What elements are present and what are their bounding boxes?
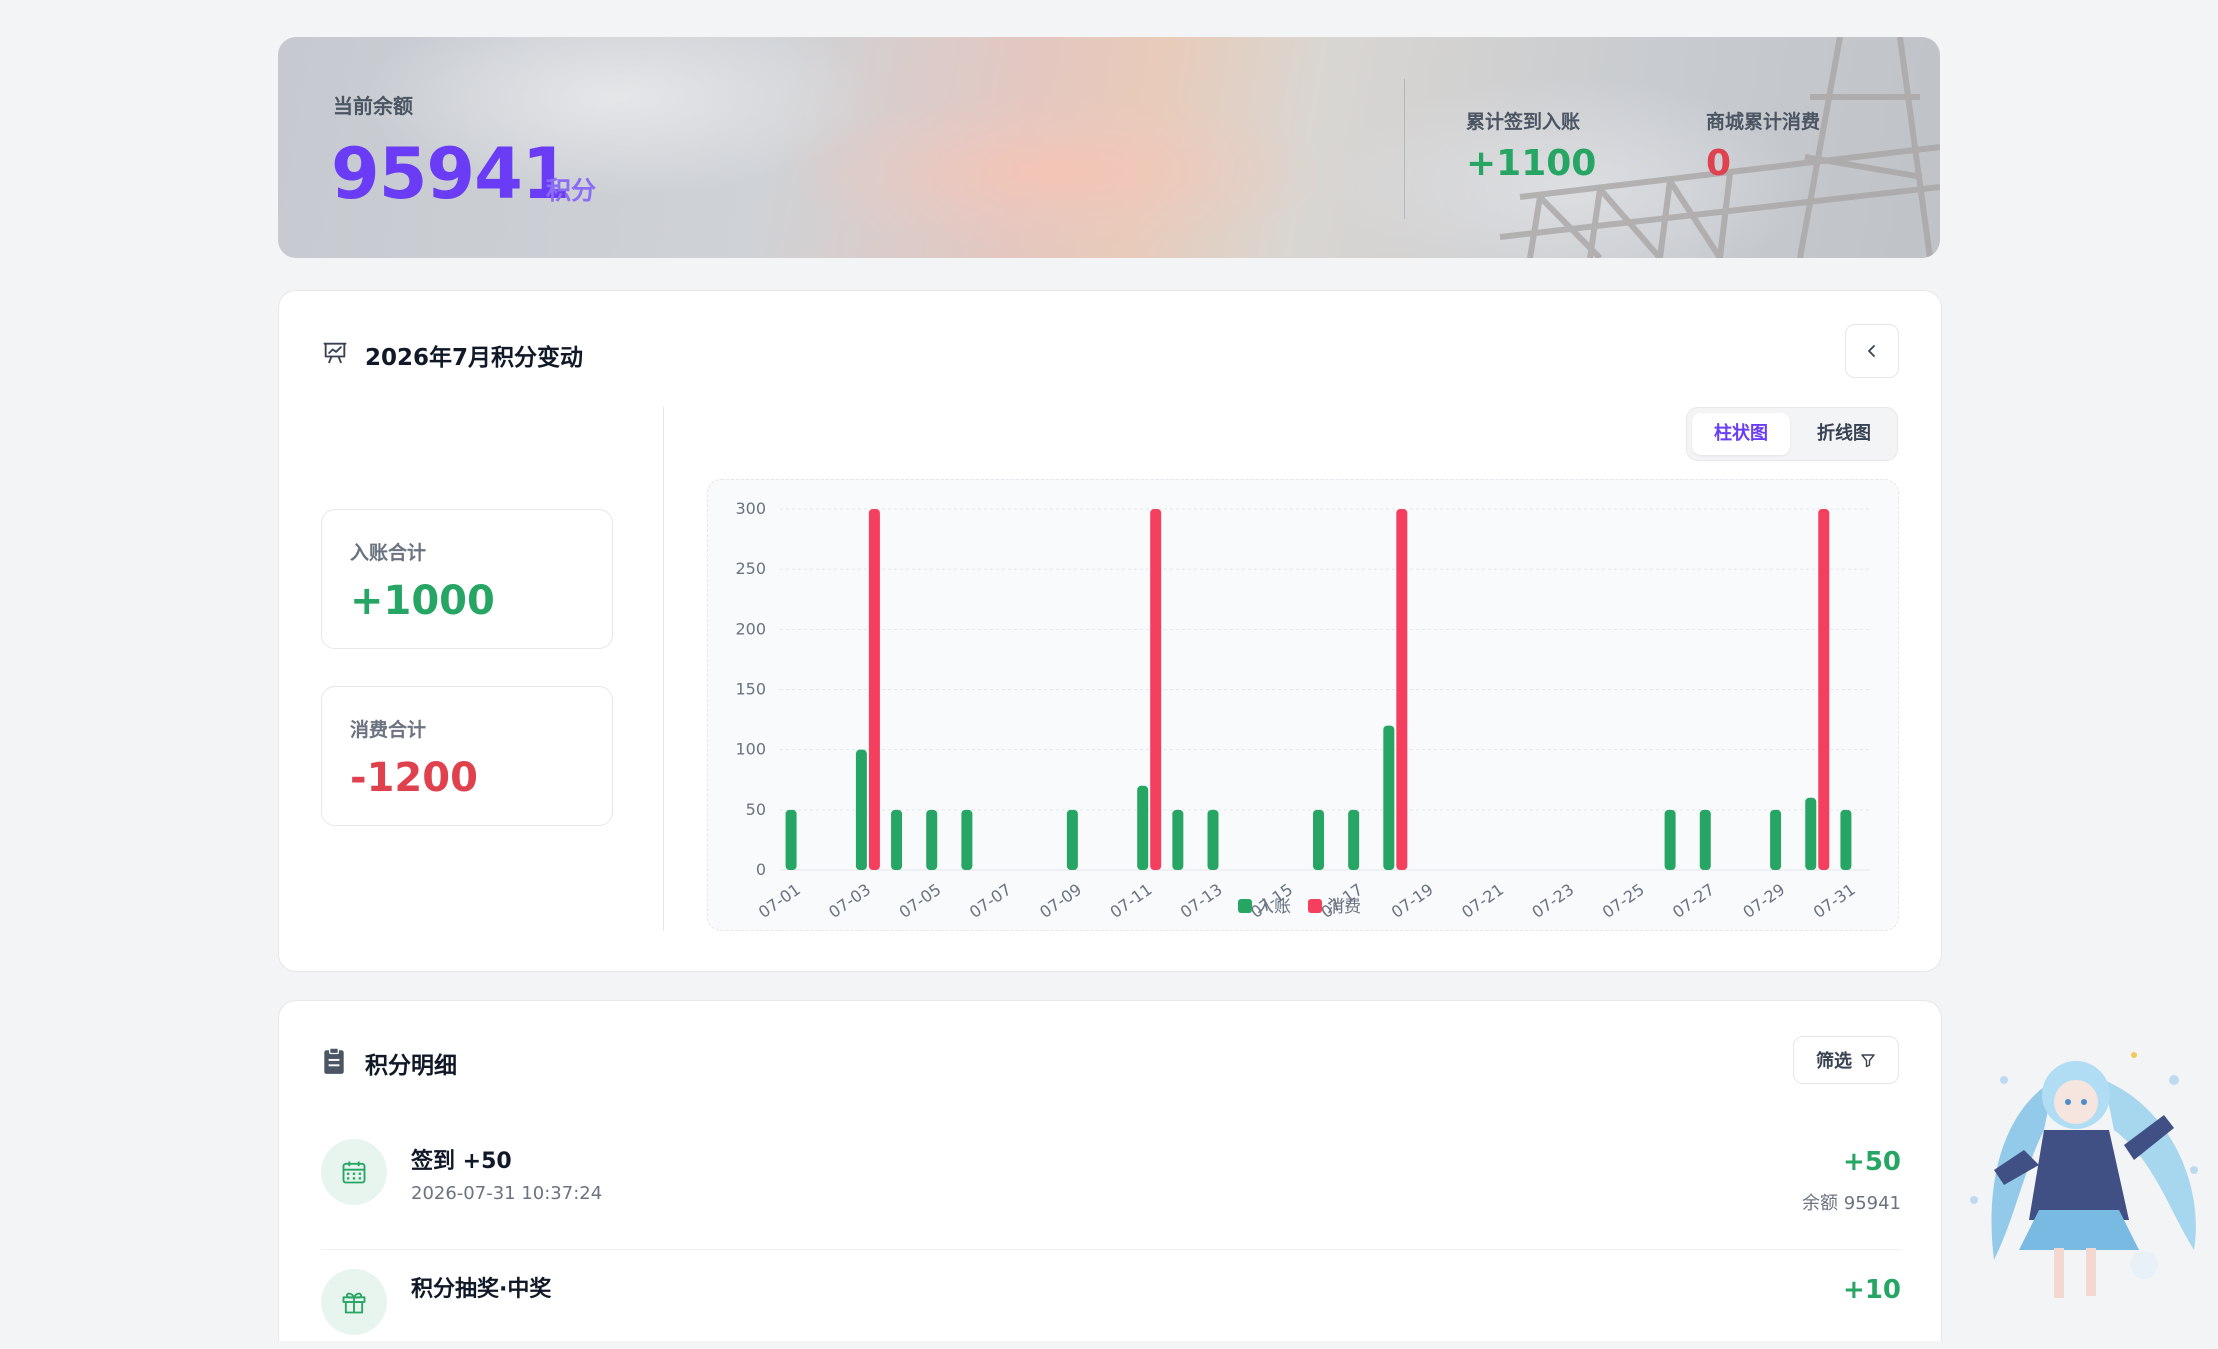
monthly-title: 2026年7月积分变动 xyxy=(365,345,584,371)
list-item[interactable]: 积分抽奖·中奖 +10 xyxy=(321,1269,1901,1349)
y-tick-label: 50 xyxy=(746,800,766,819)
bar-income xyxy=(855,749,867,870)
y-tick-label: 200 xyxy=(735,619,766,638)
bar-income xyxy=(785,809,797,870)
chart-container: 0 50 100 150 200 250 300 07-01 07-03 07-05 07-07 07… xyxy=(707,479,1899,931)
y-tick-label: 0 xyxy=(756,860,766,879)
legend-label: 消费 xyxy=(1327,897,1361,917)
checkin-total-label: 累计签到入账 xyxy=(1466,111,1581,133)
legend-swatch xyxy=(1308,899,1322,913)
clipboard-icon xyxy=(324,1047,344,1074)
bar-expense xyxy=(868,509,880,870)
income-summary-card: 入账合计 +1000 xyxy=(321,509,613,649)
chart-type-toggle: 柱状图 折线图 xyxy=(1686,407,1898,461)
bar-income xyxy=(926,809,938,870)
banner-sunset-glow xyxy=(798,97,1318,247)
list-item-amount: +10 xyxy=(1843,1275,1901,1305)
mascot-illustration xyxy=(1970,1052,2198,1298)
list-item-balance: 余额 95941 xyxy=(1802,1193,1901,1214)
tab-bar-chart[interactable]: 柱状图 xyxy=(1692,413,1790,455)
bar-income xyxy=(1137,785,1149,870)
y-tick-label: 300 xyxy=(735,499,766,518)
calendar-icon xyxy=(321,1139,387,1205)
bar-income xyxy=(1770,809,1782,870)
legend-label: 入账 xyxy=(1257,897,1291,917)
income-summary-label: 入账合计 xyxy=(350,542,427,564)
balance-value: 95941 xyxy=(331,133,571,215)
presentation-chart-icon xyxy=(323,342,347,364)
points-bar-chart: 0 50 100 150 200 250 300 07-01 07-03 07-05 07-07 07… xyxy=(735,499,1870,922)
bar-income xyxy=(1207,809,1219,870)
chevron-left-icon xyxy=(1868,345,1875,357)
monthly-changes-card: 2026年7月积分变动 入账合计 +1000 消费合计 -1200 柱状图 折线… xyxy=(278,290,1942,972)
list-item-time: 2026-07-31 10:37:24 xyxy=(411,1183,603,1204)
section-divider xyxy=(663,407,664,931)
expense-summary-card: 消费合计 -1200 xyxy=(321,686,613,826)
expense-summary-label: 消费合计 xyxy=(350,719,427,741)
checkin-total-value: +1100 xyxy=(1466,143,1597,184)
filter-icon xyxy=(1861,1054,1875,1068)
y-tick-label: 100 xyxy=(735,740,766,759)
x-tick-label: 07-03 xyxy=(825,880,874,922)
shop-total-value: 0 xyxy=(1706,143,1732,184)
x-tick-label: 07-13 xyxy=(1177,880,1226,922)
bar-income xyxy=(961,809,973,870)
bar-income xyxy=(1172,809,1184,870)
bar-income xyxy=(891,809,903,870)
filter-button[interactable]: 筛选 xyxy=(1793,1036,1899,1084)
x-tick-label: 07-07 xyxy=(966,880,1015,922)
x-tick-label: 07-19 xyxy=(1388,880,1437,922)
bar-expense xyxy=(1150,509,1162,870)
bar-income xyxy=(1840,809,1852,870)
x-tick-label: 07-11 xyxy=(1106,880,1155,922)
legend-swatch xyxy=(1238,899,1252,913)
prev-month-button[interactable] xyxy=(1845,324,1899,378)
bar-income xyxy=(1348,809,1360,870)
x-tick-label: 07-31 xyxy=(1810,880,1859,922)
gift-icon xyxy=(321,1269,387,1335)
bar-income xyxy=(1664,809,1676,870)
bar-income xyxy=(1383,725,1395,870)
list-item-title: 积分抽奖·中奖 xyxy=(411,1277,552,1302)
balance-banner: 当前余额 95941 积分 累计签到入账 +1100 商城累计消费 0 xyxy=(278,37,1940,258)
filter-button-label: 筛选 xyxy=(1816,1051,1852,1072)
x-tick-label: 07-25 xyxy=(1599,880,1648,922)
bar-expense xyxy=(1396,509,1408,870)
list-item-title: 签到 +50 xyxy=(411,1149,512,1174)
x-tick-label: 07-21 xyxy=(1458,880,1507,922)
tab-line-chart[interactable]: 折线图 xyxy=(1795,413,1893,455)
details-title: 积分明细 xyxy=(365,1053,457,1079)
x-tick-label: 07-27 xyxy=(1669,880,1718,922)
bar-income xyxy=(1805,797,1817,870)
y-tick-label: 250 xyxy=(735,559,766,578)
x-tick-label: 07-29 xyxy=(1739,880,1788,922)
x-tick-label: 07-09 xyxy=(1036,880,1085,922)
x-tick-label: 07-23 xyxy=(1528,880,1577,922)
x-tick-label: 07-05 xyxy=(896,880,945,922)
bar-income xyxy=(1066,809,1078,870)
y-tick-label: 150 xyxy=(735,680,766,699)
list-item[interactable]: 签到 +50 2026-07-31 10:37:24 +50 余额 95941 xyxy=(321,1139,1901,1250)
shop-total-label: 商城累计消费 xyxy=(1706,111,1821,133)
income-summary-value: +1000 xyxy=(350,578,495,624)
bar-expense xyxy=(1818,509,1830,870)
balance-label: 当前余额 xyxy=(333,94,413,118)
expense-summary-value: -1200 xyxy=(350,755,478,801)
banner-divider xyxy=(1404,79,1405,219)
x-tick-label: 07-01 xyxy=(755,880,804,922)
points-details-card: 积分明细 筛选 签到 +50 2026-07-31 10:37:24 +50 余… xyxy=(278,1000,1942,1341)
list-item-amount: +50 xyxy=(1843,1147,1901,1177)
bar-income xyxy=(1313,809,1324,870)
balance-unit: 积分 xyxy=(546,176,597,205)
bar-income xyxy=(1699,809,1711,870)
